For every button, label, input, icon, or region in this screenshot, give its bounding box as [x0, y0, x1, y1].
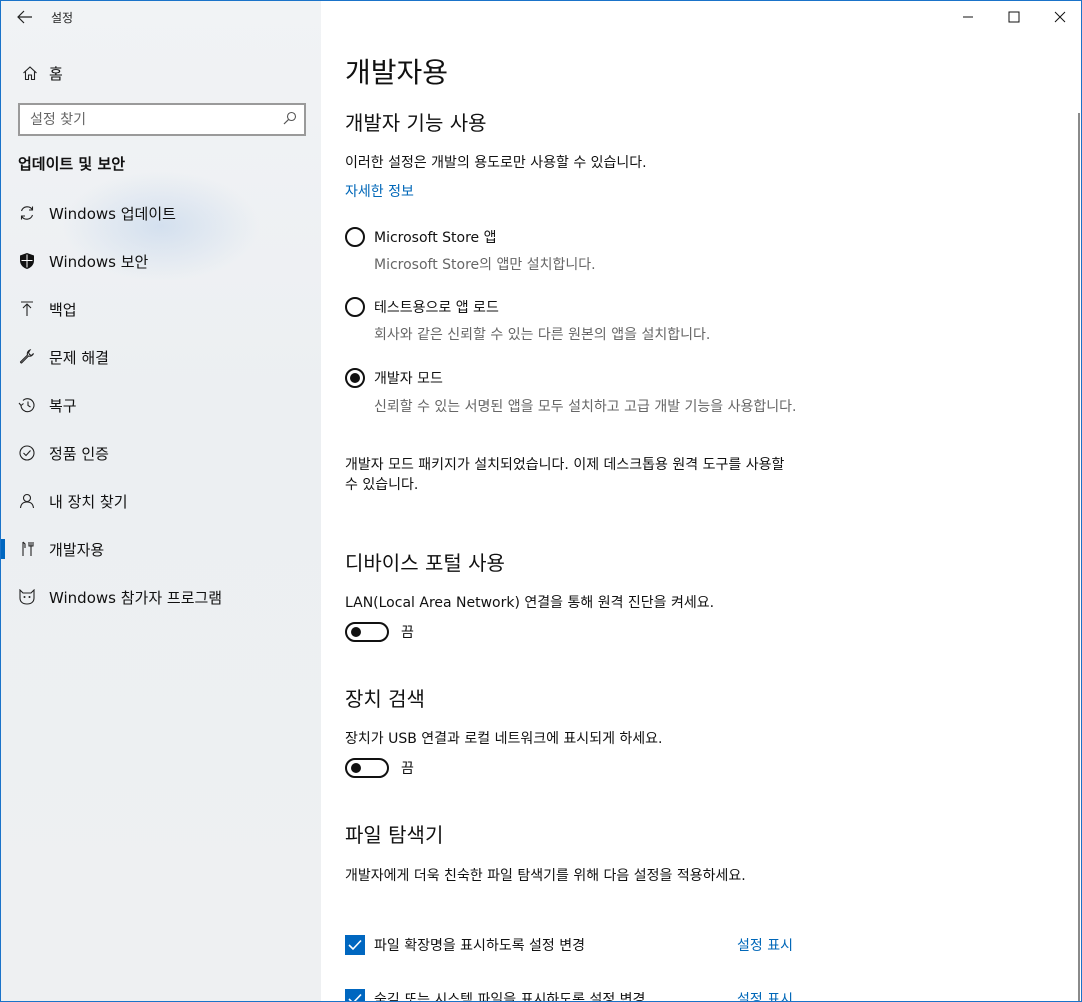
title-bar: 설정 — [1, 1, 321, 33]
sidebar-item-label: 백업 — [49, 300, 77, 319]
device-discovery-toggle-row[interactable]: 끔 — [345, 758, 414, 778]
device-portal-description: LAN(Local Area Network) 연결을 통해 원격 진단을 켜세… — [345, 595, 715, 611]
scrollbar[interactable] — [1078, 113, 1080, 1001]
device-discovery-heading: 장치 검색 — [345, 687, 425, 711]
radio-label: Microsoft Store 앱 — [374, 230, 497, 246]
main-content: 개발자용 개발자 기능 사용 이러한 설정은 개발의 용도로만 사용할 수 있습… — [321, 1, 1081, 1002]
file-explorer-description: 개발자에게 더욱 친숙한 파일 탐색기를 위해 다음 설정을 적용하세요. — [345, 868, 746, 884]
back-button[interactable] — [1, 1, 49, 33]
minimize-button[interactable] — [945, 1, 991, 33]
checkbox-checked[interactable] — [345, 989, 365, 1001]
sidebar-item-label: Windows 참가자 프로그램 — [49, 588, 223, 607]
package-installed-note: 개발자 모드 패키지가 설치되었습니다. 이제 데스크톱용 원격 도구를 사용할… — [345, 457, 785, 493]
radio-sideload[interactable]: 테스트용으로 앱 로드 — [345, 297, 499, 317]
checkmark-icon — [348, 939, 362, 951]
search-icon[interactable] — [276, 111, 304, 129]
maximize-icon — [1008, 11, 1020, 23]
checkmark-icon — [348, 993, 362, 1001]
window-controls — [945, 1, 1081, 33]
page-title: 개발자용 — [345, 56, 449, 89]
radio-developer-mode[interactable]: 개발자 모드 — [345, 368, 443, 388]
sync-icon — [17, 203, 37, 223]
sidebar-item-activation[interactable]: 정품 인증 — [1, 429, 321, 477]
radio-microsoft-store[interactable]: Microsoft Store 앱 — [345, 227, 497, 247]
radio-description: Microsoft Store의 앱만 설치합니다. — [374, 257, 596, 273]
search-input[interactable] — [30, 111, 276, 128]
minimize-icon — [963, 16, 973, 18]
history-icon — [17, 395, 37, 415]
dev-features-description: 이러한 설정은 개발의 용도로만 사용할 수 있습니다. — [345, 155, 647, 171]
sidebar-item-troubleshoot[interactable]: 문제 해결 — [1, 333, 321, 381]
radio-label: 개발자 모드 — [374, 371, 443, 387]
device-discovery-description: 장치가 USB 연결과 로컬 네트워크에 표시되게 하세요. — [345, 731, 663, 747]
sidebar-item-label: Windows 보안 — [49, 252, 149, 271]
sidebar-item-windows-security[interactable]: Windows 보안 — [1, 237, 321, 285]
learn-more-link[interactable]: 자세한 정보 — [345, 181, 414, 201]
sidebar: 설정 홈 업데이트 및 보안 Windows 업데이트 — [1, 1, 321, 1001]
radio-button[interactable] — [345, 227, 365, 247]
sidebar-item-windows-insider[interactable]: Windows 참가자 프로그램 — [1, 573, 321, 621]
home-label: 홈 — [49, 64, 63, 83]
dev-features-heading: 개발자 기능 사용 — [345, 111, 487, 135]
file-explorer-heading: 파일 탐색기 — [345, 823, 444, 847]
sidebar-item-find-my-device[interactable]: 내 장치 찾기 — [1, 477, 321, 525]
checkbox-checked[interactable] — [345, 935, 365, 955]
sidebar-item-label: 문제 해결 — [49, 348, 109, 367]
toggle-state-label: 끔 — [401, 625, 414, 641]
radio-label: 테스트용으로 앱 로드 — [374, 300, 499, 316]
sidebar-nav: Windows 업데이트 Windows 보안 백업 문제 해결 복구 정품 인… — [1, 189, 321, 621]
settings-window: 설정 홈 업데이트 및 보안 Windows 업데이트 — [0, 0, 1082, 1002]
sidebar-item-windows-update[interactable]: Windows 업데이트 — [1, 189, 321, 237]
app-title: 설정 — [51, 10, 74, 25]
sidebar-item-for-developers[interactable]: 개발자용 — [1, 525, 321, 573]
checkbox-label: 파일 확장명을 표시하도록 설정 변경 — [374, 938, 585, 954]
sidebar-item-backup[interactable]: 백업 — [1, 285, 321, 333]
checkbox-row-hidden-files: 숨김 또는 시스템 파일을 표시하도록 설정 변경 설정 표시 — [345, 989, 793, 1002]
close-button[interactable] — [1037, 1, 1081, 33]
wrench-icon — [17, 347, 37, 367]
radio-description: 신뢰할 수 있는 서명된 앱을 모두 설치하고 고급 개발 기능을 사용합니다. — [374, 399, 797, 415]
sidebar-item-label: 복구 — [49, 396, 77, 415]
sidebar-item-recovery[interactable]: 복구 — [1, 381, 321, 429]
insider-cat-icon — [17, 587, 37, 607]
device-discovery-toggle[interactable] — [345, 758, 389, 778]
backup-arrow-icon — [17, 299, 37, 319]
sidebar-item-label: 개발자용 — [49, 540, 105, 559]
device-portal-toggle-row[interactable]: 끔 — [345, 622, 414, 642]
sidebar-item-label: 내 장치 찾기 — [49, 492, 128, 511]
checkbox-row-file-extensions: 파일 확장명을 표시하도록 설정 변경 설정 표시 — [345, 935, 793, 955]
sidebar-section-title: 업데이트 및 보안 — [18, 155, 126, 173]
maximize-button[interactable] — [991, 1, 1037, 33]
sidebar-item-label: 정품 인증 — [49, 444, 109, 463]
person-location-icon — [17, 491, 37, 511]
show-settings-link[interactable]: 설정 표시 — [737, 989, 793, 1001]
device-portal-toggle[interactable] — [345, 622, 389, 642]
checkbox-label: 숨김 또는 시스템 파일을 표시하도록 설정 변경 — [374, 992, 646, 1002]
close-icon — [1054, 11, 1066, 23]
search-box[interactable] — [18, 103, 306, 136]
radio-button-checked[interactable] — [345, 368, 365, 388]
sidebar-item-label: Windows 업데이트 — [49, 204, 176, 223]
checkmark-circle-icon — [17, 443, 37, 463]
home-icon — [23, 66, 37, 81]
radio-button[interactable] — [345, 297, 365, 317]
back-arrow-icon — [17, 10, 32, 24]
radio-description: 회사와 같은 신뢰할 수 있는 다른 원본의 앱을 설치합니다. — [374, 327, 711, 343]
device-portal-heading: 디바이스 포털 사용 — [345, 551, 505, 575]
shield-icon — [17, 251, 37, 271]
show-settings-link[interactable]: 설정 표시 — [737, 935, 793, 955]
toggle-state-label: 끔 — [401, 761, 414, 777]
home-nav-item[interactable]: 홈 — [1, 57, 321, 89]
developer-tools-icon — [17, 539, 37, 559]
